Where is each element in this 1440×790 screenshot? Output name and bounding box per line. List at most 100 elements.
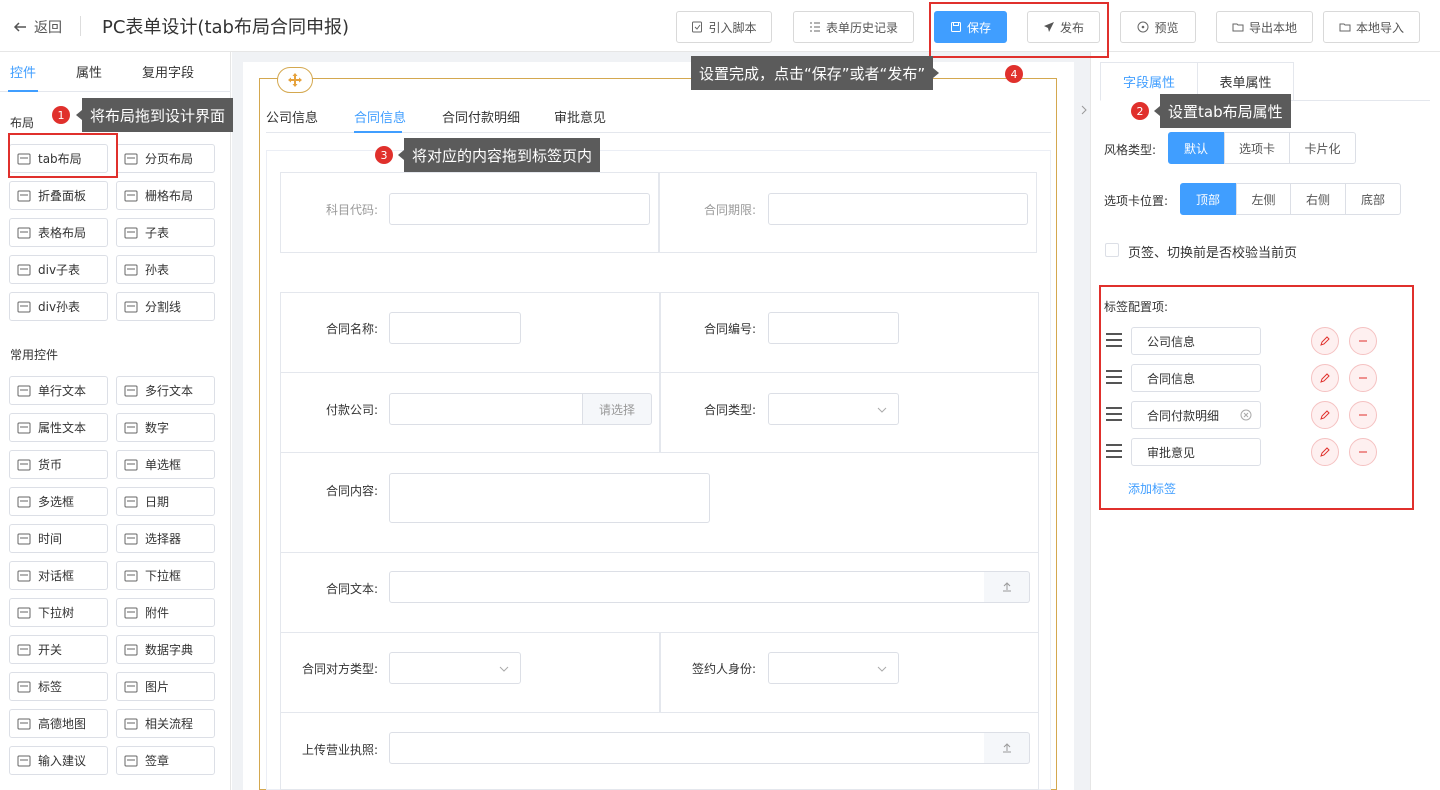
layout-control-9[interactable]: 分割线	[116, 292, 215, 321]
common-control-8[interactable]: 时间	[9, 524, 108, 553]
control-icon	[123, 679, 139, 695]
control-icon	[16, 605, 32, 621]
import-local-button[interactable]: 本地导入	[1323, 11, 1420, 43]
common-control-2[interactable]: 属性文本	[9, 413, 108, 442]
control-icon	[123, 420, 139, 436]
control-label: 单行文本	[38, 384, 87, 398]
move-handle[interactable]	[277, 67, 313, 93]
position-option-top[interactable]: 顶部	[1180, 183, 1236, 215]
common-control-12[interactable]: 下拉树	[9, 598, 108, 627]
style-option-card[interactable]: 卡片化	[1289, 132, 1356, 164]
contract-text-upload-button[interactable]	[984, 571, 1030, 603]
common-control-21[interactable]: 签章	[116, 746, 215, 775]
tab-properties[interactable]: 属性	[76, 62, 102, 81]
form-history-button[interactable]: 表单历史记录	[793, 11, 914, 43]
position-option-bottom[interactable]: 底部	[1345, 183, 1401, 215]
control-icon	[123, 494, 139, 510]
common-control-7[interactable]: 日期	[116, 487, 215, 516]
style-option-default[interactable]: 默认	[1168, 132, 1224, 164]
control-label: 开关	[38, 643, 63, 657]
control-icon	[16, 225, 32, 241]
layout-control-7[interactable]: 孙表	[116, 255, 215, 284]
common-control-14[interactable]: 开关	[9, 635, 108, 664]
control-label: 图片	[145, 680, 170, 694]
signer-identity-select[interactable]	[768, 652, 899, 684]
layout-section-title: 布局	[10, 116, 35, 130]
style-option-tabs[interactable]: 选项卡	[1224, 132, 1290, 164]
step-badge-3: 3	[375, 146, 393, 164]
control-icon	[16, 420, 32, 436]
contract-no-input[interactable]	[768, 312, 899, 344]
choose-button[interactable]: 请选择	[582, 393, 652, 425]
validate-checkbox[interactable]	[1105, 243, 1119, 257]
counterpart-type-select[interactable]	[389, 652, 521, 684]
subject-code-input[interactable]	[389, 193, 650, 225]
control-icon	[123, 457, 139, 473]
preview-button[interactable]: 预览	[1120, 11, 1196, 43]
common-control-11[interactable]: 下拉框	[116, 561, 215, 590]
contract-text-input[interactable]	[389, 571, 985, 603]
layout-control-4[interactable]: 表格布局	[9, 218, 108, 247]
common-control-13[interactable]: 附件	[116, 598, 215, 627]
common-control-18[interactable]: 高德地图	[9, 709, 108, 738]
control-icon	[123, 531, 139, 547]
license-upload-button[interactable]	[984, 732, 1030, 764]
common-control-19[interactable]: 相关流程	[116, 709, 215, 738]
common-control-5[interactable]: 单选框	[116, 450, 215, 479]
common-control-0[interactable]: 单行文本	[9, 376, 108, 405]
common-control-6[interactable]: 多选框	[9, 487, 108, 516]
common-control-4[interactable]: 货币	[9, 450, 108, 479]
signer-identity-label: 签约人身份:	[691, 662, 756, 676]
help-circle-icon	[1137, 21, 1149, 33]
control-icon	[123, 299, 139, 315]
tab-reuse-fields[interactable]: 复用字段	[142, 62, 194, 81]
canvas-tab-contract-info[interactable]: 合同信息	[354, 107, 406, 126]
layout-control-5[interactable]: 子表	[116, 218, 215, 247]
folder-open-icon	[1339, 21, 1351, 33]
position-option-left[interactable]: 左侧	[1236, 183, 1291, 215]
canvas-tab-company-info[interactable]: 公司信息	[266, 107, 318, 126]
license-upload-input[interactable]	[389, 732, 985, 764]
common-control-1[interactable]: 多行文本	[116, 376, 215, 405]
control-icon	[16, 716, 32, 732]
control-icon	[16, 457, 32, 473]
contract-content-textarea[interactable]	[389, 473, 710, 523]
import-script-button[interactable]: 引入脚本	[676, 11, 772, 43]
contract-name-input[interactable]	[389, 312, 521, 344]
layout-control-1[interactable]: 分页布局	[116, 144, 215, 173]
position-option-right[interactable]: 右侧	[1290, 183, 1346, 215]
back-button[interactable]: 返回	[12, 17, 62, 37]
canvas-tab-active-indicator	[354, 131, 402, 133]
control-label: 附件	[145, 606, 170, 620]
contract-period-input[interactable]	[768, 193, 1028, 225]
canvas-tab-approval[interactable]: 审批意见	[554, 107, 606, 126]
common-control-3[interactable]: 数字	[116, 413, 215, 442]
annotation-highlight-save-publish	[929, 2, 1109, 58]
control-label: 单选框	[145, 458, 182, 472]
layout-control-6[interactable]: div子表	[9, 255, 108, 284]
tab-controls[interactable]: 控件	[10, 62, 36, 81]
layout-control-2[interactable]: 折叠面板	[9, 181, 108, 210]
common-control-16[interactable]: 标签	[9, 672, 108, 701]
step-badge-4: 4	[1005, 65, 1023, 83]
common-control-17[interactable]: 图片	[116, 672, 215, 701]
pay-company-input[interactable]	[389, 393, 583, 425]
layout-control-3[interactable]: 栅格布局	[116, 181, 215, 210]
layout-control-8[interactable]: div孙表	[9, 292, 108, 321]
control-icon	[123, 568, 139, 584]
export-local-button[interactable]: 导出本地	[1216, 11, 1313, 43]
control-label: 选择器	[145, 532, 182, 546]
common-control-20[interactable]: 输入建议	[9, 746, 108, 775]
common-control-9[interactable]: 选择器	[116, 524, 215, 553]
subject-code-label: 科目代码:	[325, 203, 378, 217]
collapse-right-panel-button[interactable]	[1079, 98, 1089, 122]
common-control-15[interactable]: 数据字典	[116, 635, 215, 664]
arrow-left-icon	[12, 19, 28, 35]
preview-label: 预览	[1154, 20, 1179, 35]
canvas-tab-payment-detail[interactable]: 合同付款明细	[442, 107, 520, 126]
control-icon	[123, 642, 139, 658]
common-control-10[interactable]: 对话框	[9, 561, 108, 590]
contract-no-label: 合同编号:	[703, 322, 756, 336]
contract-type-select[interactable]	[768, 393, 899, 425]
script-icon	[691, 21, 703, 33]
